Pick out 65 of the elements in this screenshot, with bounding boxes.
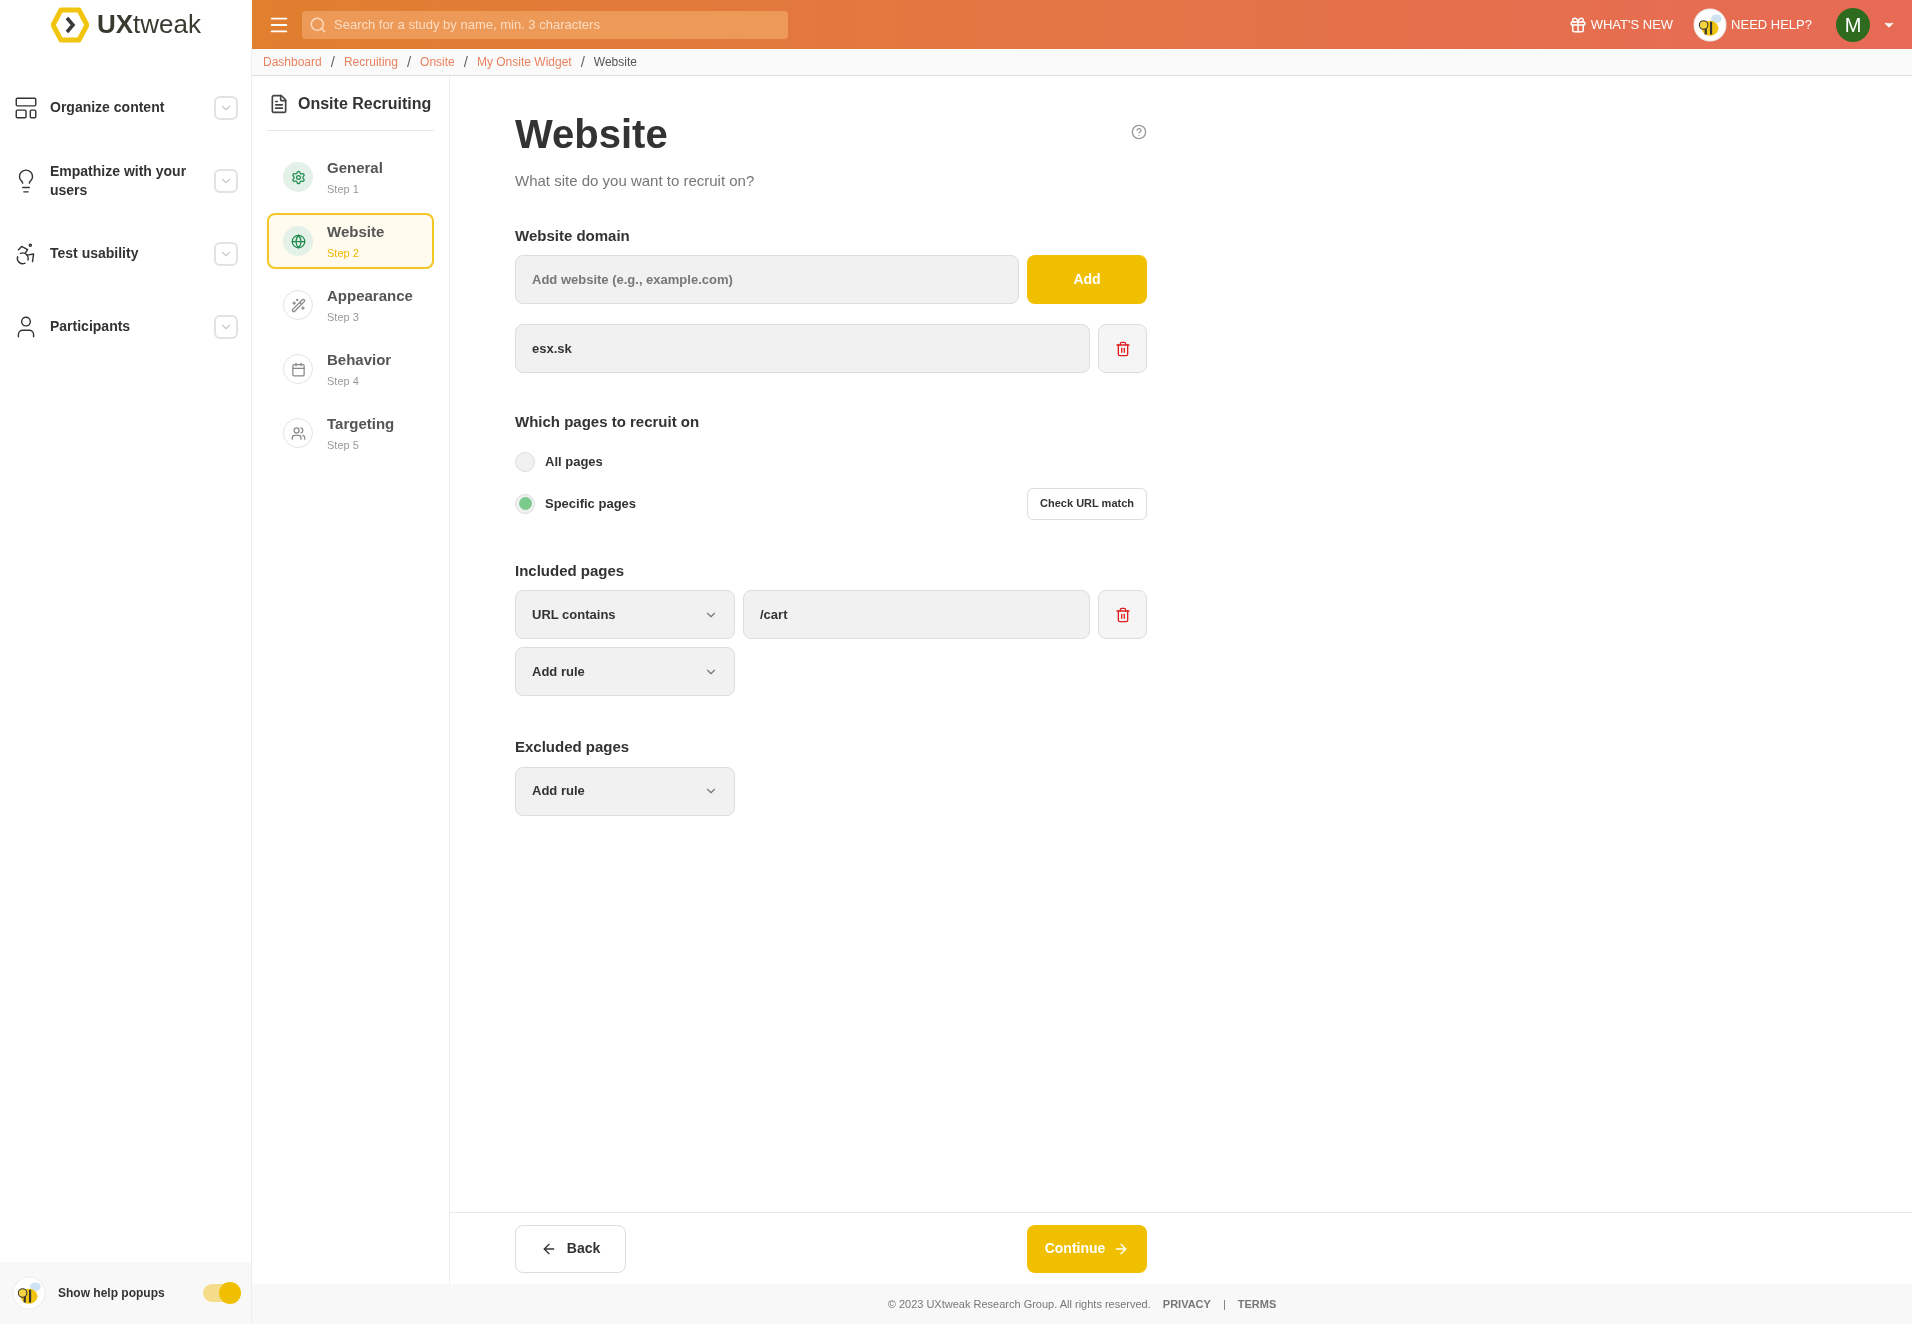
section-label: Which pages to recruit on [515,412,701,432]
rule-value-field[interactable]: /cart [743,590,1090,639]
step-title: General [327,157,383,178]
page-title: Website [515,111,668,158]
step-item[interactable]: Website Step 2 [267,213,434,269]
step-title: Website [327,221,385,242]
section-label: Included pages [515,560,626,581]
chevron-icon[interactable] [214,168,238,193]
sidebar-item[interactable]: Test usability [50,244,214,263]
sidebar-item[interactable]: Organize content [50,98,214,117]
step-title: Behavior [327,349,392,370]
logo-text: UXtweak [96,8,201,41]
trash-icon [1114,340,1131,357]
check-url-button[interactable]: Check URL match [1027,487,1147,520]
website-field[interactable]: Add website (e.g., example.com) [515,255,1019,304]
bee-icon [12,1276,46,1310]
help-icon[interactable] [1131,124,1147,140]
step-item[interactable]: General Step 1 [267,149,434,205]
footer-link[interactable]: TERMS [1237,1295,1277,1313]
domain-field[interactable]: esx.sk [515,324,1090,373]
logo-icon [50,6,89,43]
form-icon [269,94,289,114]
bee-icon [1693,7,1728,42]
radio-label: All pages [545,452,603,471]
footer-link[interactable]: PRIVACY [1162,1295,1211,1313]
step-item[interactable]: Targeting Step 5 [267,405,434,461]
breadcrumb-separator: / [406,51,412,72]
step-title: Targeting [327,413,395,434]
chevron-icon[interactable] [214,95,238,120]
help-popups-toggle[interactable] [203,1284,239,1302]
delete-button[interactable] [1098,324,1147,373]
breadcrumb-separator: / [330,51,335,72]
user-avatar[interactable]: M [1836,7,1870,42]
back-button[interactable]: Back [515,1224,626,1273]
search-icon [309,15,327,34]
section-label: Website domain [515,225,631,246]
radio-button[interactable] [515,493,535,514]
chevron-icon[interactable] [214,241,238,266]
step-title: Appearance [327,285,413,306]
breadcrumb-separator: / [580,51,585,72]
sidebar-item[interactable]: Empathize with your users [50,161,214,200]
radio-label: Specific pages [545,494,637,513]
radio-button[interactable] [515,451,535,472]
search-field[interactable]: Search for a study by name, min. 3 characters [302,10,788,39]
step-subtitle: Step 2 [327,246,360,261]
sidebar-item[interactable]: Participants [50,317,214,336]
help-popups-label: Show help popups [58,1285,166,1302]
trash-icon [1114,606,1131,623]
step-subtitle: Step 3 [327,310,360,325]
step-item[interactable]: Appearance Step 3 [267,277,434,333]
step-subtitle: Step 5 [327,438,360,453]
copyright-text: © 2023 UXtweak Research Group. All rights reserved. [887,1296,1151,1312]
page-subtitle: What site do you want to recruit on? [515,171,756,191]
rule-dropdown[interactable]: URL contains [515,590,735,639]
add-rule-dropdown[interactable]: Add rule [515,766,735,816]
chevron-icon[interactable] [214,314,238,339]
link-separator: | [1222,1296,1226,1312]
steps-title: Onsite Recruiting [298,94,432,114]
step-item[interactable]: Behavior Step 4 [267,341,434,397]
section-label: Excluded pages [515,737,631,757]
step-subtitle: Step 4 [327,374,360,389]
add-rule-dropdown[interactable]: Add rule [515,647,735,696]
breadcrumb-separator: / [463,51,468,72]
step-subtitle: Step 1 [327,182,360,197]
delete-button[interactable] [1098,590,1147,639]
